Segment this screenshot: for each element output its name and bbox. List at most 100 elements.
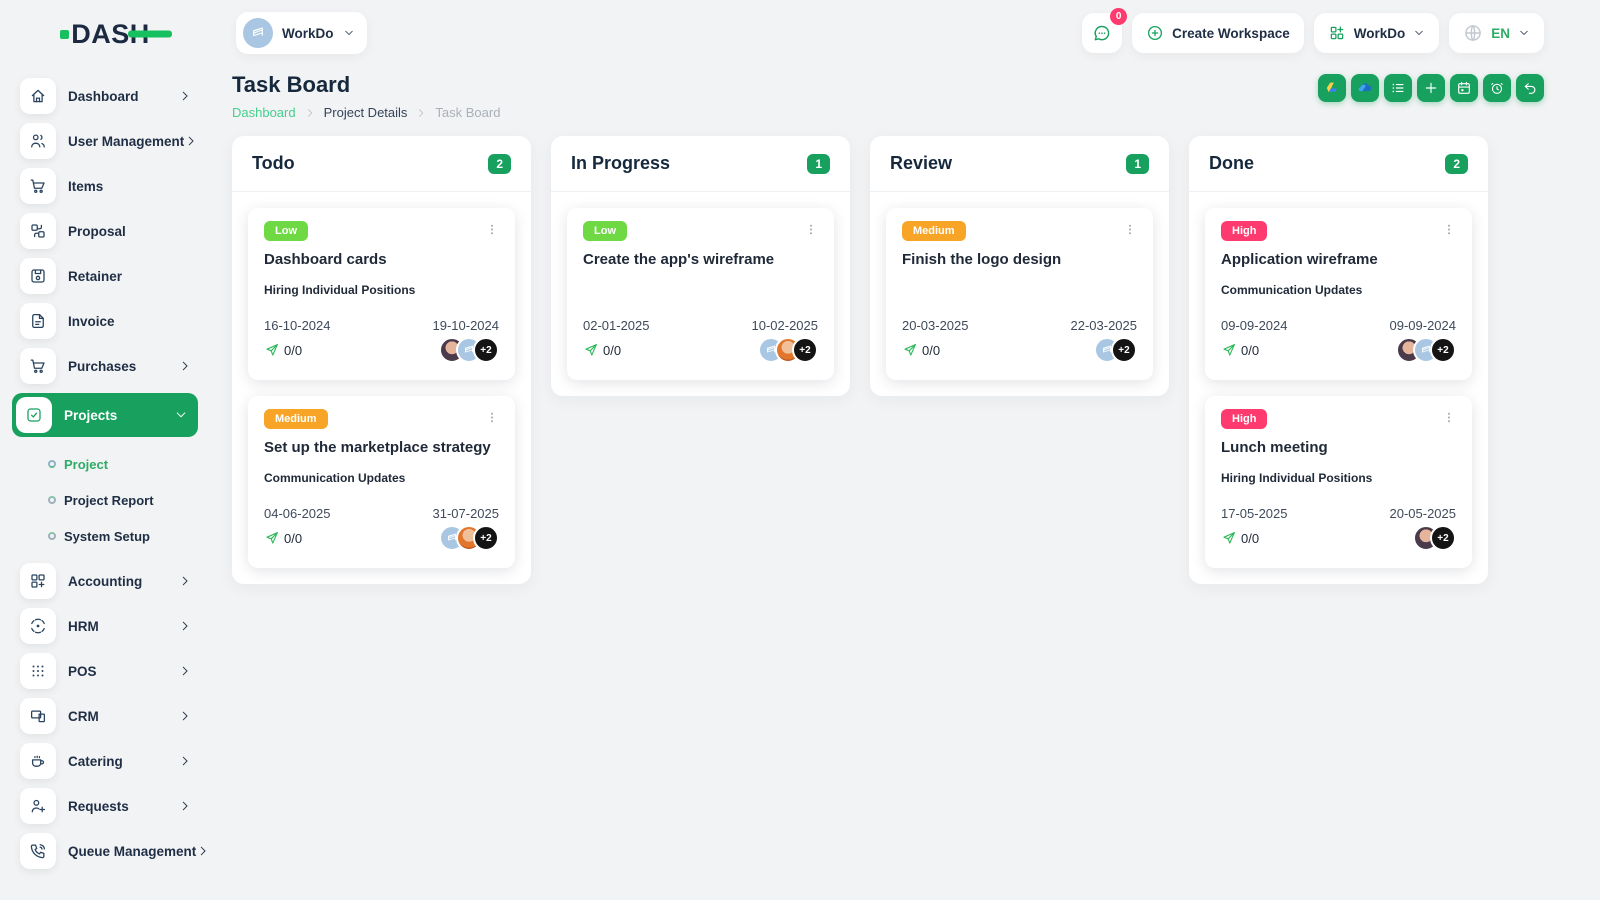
checkbox-icon	[25, 406, 43, 424]
sidebar-item-invoice[interactable]: Invoice	[12, 303, 198, 339]
brand-logo[interactable]: DASH	[12, 16, 198, 52]
sidebar-item-items[interactable]: Items	[12, 168, 198, 204]
sidebar-item-purchases[interactable]: Purchases	[12, 348, 198, 384]
sidebar-subitem-project-report[interactable]: Project Report	[12, 485, 198, 515]
task-card-dashboard-cards[interactable]: Low Dashboard cards Hiring Individual Posi…	[248, 208, 515, 380]
breadcrumb: Dashboard Project Details Task Board	[232, 105, 500, 120]
sidebar-menu: Dashboard User Management Items Proposal Ret…	[12, 78, 206, 869]
sidebar-item-label: Proposal	[68, 223, 126, 239]
chevron-right-icon	[178, 664, 192, 678]
column-count-badge: 1	[807, 153, 830, 174]
chevron-right-icon	[178, 799, 192, 813]
card-menu-button[interactable]	[485, 221, 499, 238]
messages-button[interactable]: 0	[1082, 8, 1128, 53]
create-workspace-label: Create Workspace	[1172, 25, 1290, 41]
users-icon	[29, 132, 47, 150]
language-selector[interactable]: EN	[1449, 13, 1544, 53]
avatar-extra-count: +2	[473, 337, 499, 363]
sidebar-item-pos[interactable]: POS	[12, 653, 198, 689]
card-task-count: 0/0	[1241, 342, 1260, 358]
sidebar-item-queue-management[interactable]: Queue Management	[12, 833, 206, 869]
bullet-icon	[48, 496, 56, 504]
timer-button[interactable]	[1483, 74, 1511, 102]
send-icon	[264, 342, 280, 358]
chevron-down-icon	[1413, 27, 1425, 39]
sidebar-item-hrm[interactable]: HRM	[12, 608, 198, 644]
sidebar-item-dashboard[interactable]: Dashboard	[12, 78, 198, 114]
card-menu-button[interactable]	[1442, 409, 1456, 426]
workspace-selector[interactable]: WorkDo	[236, 12, 367, 54]
card-menu-button[interactable]	[1442, 221, 1456, 238]
breadcrumb-separator-icon	[304, 107, 316, 119]
menu-icon-box	[20, 258, 56, 294]
card-end-date: 31-07-2025	[432, 506, 500, 521]
sidebar-item-label: HRM	[68, 618, 99, 634]
sidebar-item-label: Purchases	[68, 358, 137, 374]
column-header: Review 1	[870, 136, 1169, 192]
sidebar-item-crm[interactable]: CRM	[12, 698, 198, 734]
list-view-button[interactable]	[1384, 74, 1412, 102]
menu-icon-box	[20, 303, 56, 339]
home-icon	[29, 87, 47, 105]
circle-dashed-icon	[29, 617, 47, 635]
sidebar-item-user-management[interactable]: User Management	[12, 123, 198, 159]
breadcrumb-item-dashboard[interactable]: Dashboard	[232, 105, 296, 120]
sidebar-subitem-label: Project	[64, 456, 109, 472]
column-title: Review	[890, 153, 953, 173]
avatar-extra-count: +2	[473, 525, 499, 551]
card-menu-button[interactable]	[804, 221, 818, 238]
column-header: Todo 2	[232, 136, 531, 192]
sidebar-item-label: Invoice	[68, 313, 115, 329]
column-title: Done	[1209, 153, 1254, 173]
back-button[interactable]	[1516, 74, 1544, 102]
card-start-date: 09-09-2024	[1221, 318, 1288, 333]
onedrive-button[interactable]	[1351, 74, 1379, 102]
create-workspace-button[interactable]: Create Workspace	[1132, 13, 1304, 53]
workspace-menu-button[interactable]: WorkDo	[1313, 13, 1440, 53]
menu-icon-box	[20, 698, 56, 734]
alarm-icon	[1489, 80, 1505, 96]
breadcrumb-item-project-details[interactable]: Project Details	[324, 105, 408, 120]
task-card-create-the-app-s-wireframe[interactable]: Low Create the app's wireframe 02-01-2025 1…	[567, 208, 834, 380]
task-card-application-wireframe[interactable]: High Application wireframe Communication U…	[1205, 208, 1472, 380]
sidebar-item-retainer[interactable]: Retainer	[12, 258, 198, 294]
sidebar-item-requests[interactable]: Requests	[12, 788, 198, 824]
card-title: Create the app's wireframe	[583, 251, 775, 268]
board-column-done: Done 2 High Application wireframe Communicat…	[1189, 136, 1488, 584]
sidebar-item-catering[interactable]: Catering	[12, 743, 198, 779]
chevron-right-icon	[178, 709, 192, 723]
card-avatars: +2	[1396, 337, 1456, 363]
card-menu-button[interactable]	[485, 409, 499, 426]
google-drive-button[interactable]	[1318, 74, 1346, 102]
card-task-count: 0/0	[284, 530, 303, 546]
phone-call-icon	[29, 842, 47, 860]
sidebar-item-label: Projects	[64, 407, 118, 423]
chevron-down-icon	[1518, 27, 1530, 39]
add-task-button[interactable]	[1417, 74, 1445, 102]
task-card-lunch-meeting[interactable]: High Lunch meeting Hiring Individual Posit…	[1205, 396, 1472, 568]
floppy-icon	[29, 267, 47, 285]
breadcrumb-item-task-board: Task Board	[435, 105, 501, 120]
sidebar-subitem-label: Project Report	[64, 492, 154, 508]
card-title: Application wireframe	[1221, 251, 1378, 268]
sidebar-item-accounting[interactable]: Accounting	[12, 563, 198, 599]
globe-icon	[1463, 23, 1483, 43]
sidebar-item-proposal[interactable]: Proposal	[12, 213, 198, 249]
sidebar-subitem-system-setup[interactable]: System Setup	[12, 521, 198, 551]
sidebar-subitem-project[interactable]: Project	[12, 449, 198, 479]
menu-icon-box	[20, 168, 56, 204]
column-header: In Progress 1	[551, 136, 850, 192]
priority-badge: Low	[264, 221, 308, 241]
task-card-finish-the-logo-design[interactable]: Medium Finish the logo design 20-03-2025 22…	[886, 208, 1153, 380]
board-toolbar	[1318, 74, 1544, 102]
brand-logo-dot-icon	[60, 29, 70, 39]
task-card-set-up-the-marketplace-strategy[interactable]: Medium Set up the marketplace strategy Com…	[248, 396, 515, 568]
workdo-logo-icon	[248, 23, 268, 43]
card-start-date: 02-01-2025	[583, 318, 650, 333]
calendar-button[interactable]	[1450, 74, 1478, 102]
card-menu-button[interactable]	[1123, 221, 1137, 238]
column-cards: High Application wireframe Communication U…	[1189, 192, 1488, 584]
calendar-icon	[1456, 80, 1472, 96]
priority-badge: High	[1221, 409, 1268, 429]
sidebar-item-projects[interactable]: Projects	[12, 393, 198, 437]
